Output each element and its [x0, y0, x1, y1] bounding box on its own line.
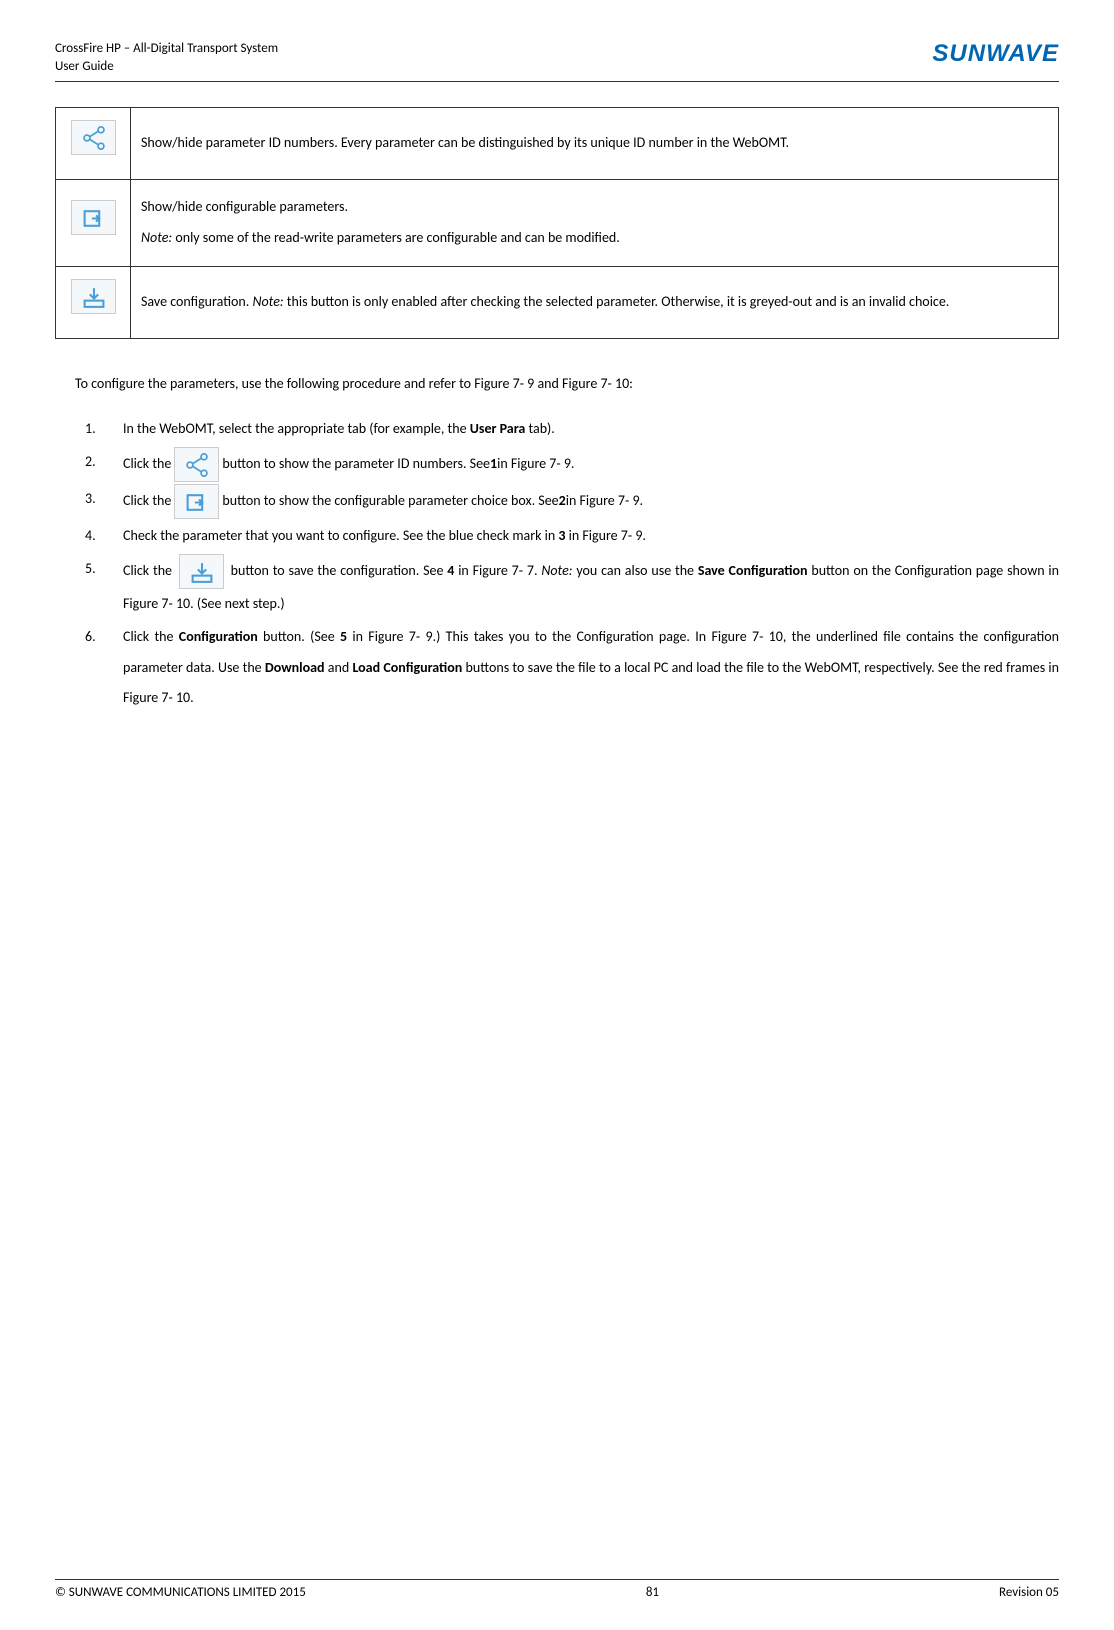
share-icon: [71, 120, 116, 155]
icon-cell: [56, 180, 131, 267]
steps-list: 1. In the WebOMT, select the appropriate…: [85, 414, 1059, 714]
header-title-block: CrossFire HP – All-Digital Transport Sys…: [55, 40, 278, 76]
save-icon: [71, 279, 116, 314]
bold-text: Download: [265, 659, 325, 676]
text-part: In the WebOMT, select the appropriate ta…: [123, 420, 470, 437]
share-icon: [174, 447, 219, 482]
text-part: Click the: [123, 449, 171, 480]
bold-text: Load Configuration: [352, 659, 462, 676]
note-label: Note:: [252, 293, 283, 310]
step-item: 4. Check the parameter that you want to …: [85, 521, 1059, 552]
pre-text: Save configuration.: [141, 293, 252, 310]
note-label: Note:: [541, 562, 572, 579]
table-row: Show/hide configurable parameters. Note:…: [56, 180, 1059, 267]
table-row: Save configuration. Note: this button is…: [56, 266, 1059, 338]
step-item: 1. In the WebOMT, select the appropriate…: [85, 414, 1059, 445]
step-number: 6.: [85, 622, 123, 714]
text-part: in Figure 7- 7.: [454, 562, 541, 579]
revision-text: Revision 05: [999, 1585, 1059, 1600]
step-content: Click the button to show the configurabl…: [123, 484, 1059, 519]
step-number: 3.: [85, 484, 123, 519]
bold-text: 1: [490, 449, 497, 480]
step-content: Check the parameter that you want to con…: [123, 521, 1059, 552]
bold-text: User Para: [470, 420, 526, 437]
text-part: button to show the parameter ID numbers.…: [222, 449, 490, 480]
step-item: 6. Click the Configuration button. (See …: [85, 622, 1059, 714]
desc-text: Show/hide parameter ID numbers. Every pa…: [141, 134, 789, 151]
desc-line: Show/hide configurable parameters.: [141, 192, 1048, 223]
text-part: in Figure 7- 9.: [565, 527, 646, 544]
text-part: Check the parameter that you want to con…: [123, 527, 558, 544]
note-label: Note:: [141, 229, 172, 246]
step-item: 3. Click the button to show the configur…: [85, 484, 1059, 519]
icon-cell: [56, 108, 131, 180]
save-icon: [179, 554, 224, 589]
step-item: 5. Click the button to save the configur…: [85, 554, 1059, 620]
step-item: 2. Click the button to show the paramete…: [85, 447, 1059, 482]
bold-text: 2: [559, 486, 566, 517]
text-part: Click the: [123, 486, 171, 517]
table-cell-description: Show/hide configurable parameters. Note:…: [131, 180, 1059, 267]
table-cell-description: Show/hide parameter ID numbers. Every pa…: [131, 108, 1059, 180]
doc-type: User Guide: [55, 58, 278, 76]
bold-text: Save Configuration: [698, 562, 808, 579]
step-number: 1.: [85, 414, 123, 445]
intro-paragraph: To configure the parameters, use the fol…: [75, 369, 1059, 400]
text-part: button to save the configuration. See: [231, 562, 448, 579]
step-content: In the WebOMT, select the appropriate ta…: [123, 414, 1059, 445]
text-part: and: [325, 659, 353, 676]
note-text: only some of the read-write parameters a…: [172, 229, 620, 246]
table-row: Show/hide parameter ID numbers. Every pa…: [56, 108, 1059, 180]
text-part: in Figure 7- 9.: [497, 449, 574, 480]
desc-note-line: Note: only some of the read-write parame…: [141, 223, 1048, 254]
sunwave-logo: SUNWAVE: [932, 40, 1059, 68]
config-icon: [174, 484, 219, 519]
text-part: Click the: [123, 562, 176, 579]
text-part: button to show the configurable paramete…: [222, 486, 558, 517]
bold-text: Configuration: [179, 628, 258, 645]
text-part: Click the: [123, 628, 179, 645]
page-footer: © SUNWAVE COMMUNICATIONS LIMITED 2015 81…: [55, 1579, 1059, 1600]
text-part: you can also use the: [573, 562, 698, 579]
step-number: 4.: [85, 521, 123, 552]
text-part: tab).: [525, 420, 555, 437]
copyright-text: © SUNWAVE COMMUNICATIONS LIMITED 2015: [55, 1585, 306, 1600]
step-number: 5.: [85, 554, 123, 620]
note-text: this button is only enabled after checki…: [284, 293, 950, 310]
icon-cell: [56, 266, 131, 338]
text-part: in Figure 7- 9.: [566, 486, 643, 517]
step-number: 2.: [85, 447, 123, 482]
step-content: Click the Configuration button. (See 5 i…: [123, 622, 1059, 714]
table-cell-description: Save configuration. Note: this button is…: [131, 266, 1059, 338]
page-number: 81: [646, 1585, 659, 1600]
page-header: CrossFire HP – All-Digital Transport Sys…: [55, 40, 1059, 82]
parameter-icon-table: Show/hide parameter ID numbers. Every pa…: [55, 107, 1059, 338]
step-content: Click the button to show the parameter I…: [123, 447, 1059, 482]
text-part: button. (See: [258, 628, 340, 645]
step-content: Click the button to save the configurati…: [123, 554, 1059, 620]
product-title: CrossFire HP – All-Digital Transport Sys…: [55, 40, 278, 58]
config-icon: [71, 200, 116, 235]
